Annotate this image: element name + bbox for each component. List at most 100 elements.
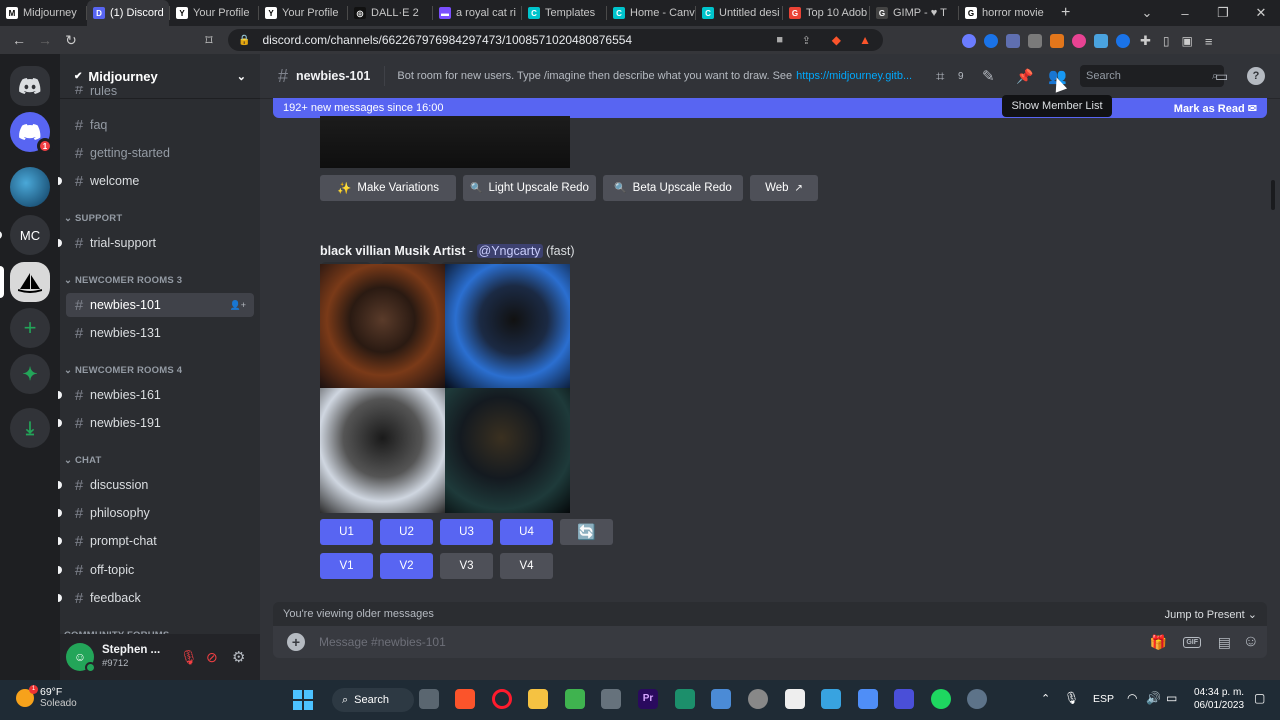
deafen-icon[interactable]: ⊘ <box>206 649 218 666</box>
premiere-icon[interactable]: Pr <box>638 689 658 709</box>
channel-item[interactable]: # prompt-chat <box>66 529 254 553</box>
browser-tab[interactable]: Y Your Profile <box>170 0 258 26</box>
spotify-icon[interactable] <box>931 689 951 709</box>
web-link-button[interactable]: Web ↗ <box>750 175 818 201</box>
image-quadrant-3[interactable] <box>320 388 445 513</box>
forward-icon[interactable]: → <box>32 32 58 48</box>
battery-icon[interactable]: ▭ <box>1166 691 1177 705</box>
bookmark-icon[interactable]: ⌑ <box>196 32 222 49</box>
add-server-icon[interactable]: + <box>10 308 50 348</box>
camtasia-icon[interactable] <box>565 689 585 709</box>
browser-tab[interactable]: Ghorror movie <box>959 0 1051 26</box>
browser-tab[interactable]: D(1) Discord✕ <box>87 0 169 26</box>
avatar[interactable]: ☺ <box>66 643 96 673</box>
server-icon-discord[interactable]: 1 <box>10 112 53 154</box>
browser-tab[interactable]: ◎ DALL·E 2 <box>348 0 432 26</box>
variation-button-2[interactable]: V2 <box>380 553 433 579</box>
server-icon-shark[interactable] <box>10 167 50 207</box>
channel-category[interactable]: ⌄ SUPPORT <box>64 213 122 224</box>
gif-icon[interactable]: GIF <box>1183 636 1201 648</box>
browser-tab[interactable]: C Home - Canv <box>607 0 695 26</box>
server-icon-mc[interactable]: MC <box>10 215 50 255</box>
channel-item[interactable]: # getting-started <box>66 141 254 165</box>
extension-icon[interactable] <box>1028 34 1042 48</box>
sidebar-icon[interactable]: ▯ <box>1163 34 1170 48</box>
image-quadrant-1[interactable] <box>320 264 445 388</box>
sticker-icon[interactable]: ▤ <box>1218 634 1231 651</box>
download-apps-icon[interactable]: ⤓ <box>10 408 50 448</box>
browser-tab[interactable]: G Top 10 Adob <box>783 0 869 26</box>
channel-item[interactable]: # newbies-101 👤+ <box>66 293 254 317</box>
tab-search-icon[interactable]: ⌄ <box>1128 5 1166 21</box>
help-icon[interactable]: ? <box>1247 67 1265 85</box>
clock[interactable]: 04:34 p. m. 06/01/2023 <box>1194 686 1244 712</box>
invite-icon[interactable]: 👤+ <box>230 300 246 311</box>
gift-icon[interactable]: 🎁 <box>1150 634 1167 651</box>
url-field[interactable]: 🔒 discord.com/channels/66226797698429747… <box>228 29 883 51</box>
channel-item[interactable]: # newbies-161 <box>66 383 254 407</box>
browser-tab[interactable]: C Templates <box>522 0 606 26</box>
file-explorer-icon[interactable] <box>528 689 548 709</box>
pinned-messages-icon[interactable]: 📌 <box>1016 68 1033 85</box>
channel-item[interactable]: # discussion <box>66 473 254 497</box>
channel-category[interactable]: ⌄ CHAT <box>64 455 101 466</box>
start-windows-icon[interactable] <box>293 690 313 710</box>
task-view-icon[interactable] <box>419 689 439 709</box>
minimize-icon[interactable]: – <box>1166 6 1204 21</box>
mute-mic-icon[interactable]: 🎙 <box>180 649 198 666</box>
extension-icon[interactable] <box>1072 34 1086 48</box>
brave-shield-icon[interactable]: ◆ <box>832 33 841 47</box>
channel-item[interactable]: # off-topic <box>66 558 254 582</box>
brave-rewards-icon[interactable]: ▲ <box>859 33 871 47</box>
camera-blocked-icon[interactable]: ■ <box>776 34 783 46</box>
new-messages-bar[interactable]: 192+ new messages since 16:00 Mark as Re… <box>273 98 1267 118</box>
app-icon[interactable] <box>675 689 695 709</box>
upscale-button-3[interactable]: U3 <box>440 519 493 545</box>
channel-category[interactable]: ⌄ NEWCOMER ROOMS 4 <box>64 365 182 376</box>
variation-button-3[interactable]: V3 <box>440 553 493 579</box>
channel-item[interactable]: # rules <box>66 86 254 98</box>
volume-icon[interactable]: 🔊 <box>1146 691 1161 705</box>
explore-servers-icon[interactable]: ✦ <box>10 354 50 394</box>
browser-tab[interactable]: Y Your Profile <box>259 0 347 26</box>
extension-icon[interactable] <box>962 34 976 48</box>
beta-upscale-redo-button[interactable]: 🔍 Beta Upscale Redo <box>603 175 743 201</box>
variation-button-4[interactable]: V4 <box>500 553 553 579</box>
browser-tab[interactable]: ▬ a royal cat ri <box>433 0 521 26</box>
channel-category[interactable]: ⌄ NEWCOMER ROOMS 3 <box>64 275 182 286</box>
channel-item[interactable]: # philosophy <box>66 501 254 525</box>
tray-chevron-icon[interactable]: ⌃ <box>1041 692 1050 705</box>
threads-icon[interactable]: ⌗ <box>936 68 944 85</box>
upscale-button-2[interactable]: U2 <box>380 519 433 545</box>
app-icon[interactable] <box>711 689 731 709</box>
new-tab-icon[interactable]: + <box>1061 4 1070 22</box>
user-settings-gear-icon[interactable]: ⚙ <box>232 648 245 666</box>
notification-settings-icon[interactable]: ✎ <box>982 67 995 85</box>
extension-icon[interactable] <box>1094 34 1108 48</box>
attach-plus-icon[interactable]: + <box>287 633 305 651</box>
app-icon[interactable] <box>748 689 768 709</box>
wifi-icon[interactable]: ◠ <box>1127 691 1137 705</box>
browser-tab[interactable]: C Untitled desi <box>696 0 782 26</box>
channel-item[interactable]: # newbies-191 <box>66 411 254 435</box>
app-icon[interactable] <box>894 689 914 709</box>
app-icon[interactable] <box>821 689 841 709</box>
upscale-button-4[interactable]: U4 <box>500 519 553 545</box>
reroll-button[interactable]: 🔄 <box>560 519 613 545</box>
close-window-icon[interactable]: ✕ <box>1242 5 1280 21</box>
extension-icon[interactable] <box>1006 34 1020 48</box>
browser-tab[interactable]: M Midjourney <box>0 0 86 26</box>
image-quadrant-4[interactable] <box>445 388 570 513</box>
app-icon[interactable] <box>785 689 805 709</box>
weather-widget[interactable]: 1 69°F Soleado <box>16 685 77 710</box>
mark-as-read-button[interactable]: Mark as Read ✉ <box>1174 102 1257 115</box>
extension-icon[interactable] <box>1116 34 1130 48</box>
microphone-icon[interactable]: 🎙 <box>1064 691 1079 705</box>
extension-icon[interactable] <box>1050 34 1064 48</box>
channel-item[interactable]: # faq <box>66 113 254 137</box>
language-indicator[interactable]: ESP <box>1093 693 1114 705</box>
app-icon[interactable] <box>601 689 621 709</box>
light-upscale-redo-button[interactable]: 🔍 Light Upscale Redo <box>463 175 596 201</box>
server-icon-midjourney[interactable] <box>10 262 50 302</box>
share-icon[interactable]: ⇪ <box>802 34 811 47</box>
